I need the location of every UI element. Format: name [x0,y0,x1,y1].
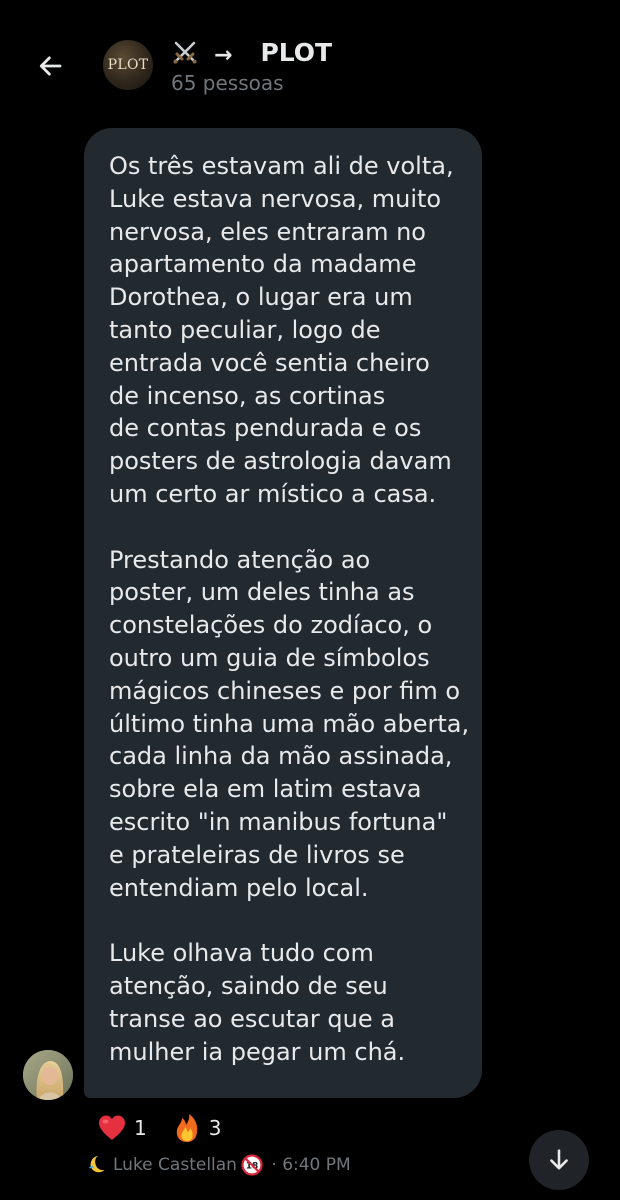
meta-separator: · [265,1155,283,1175]
sender-name[interactable]: Luke Castellan [113,1155,237,1175]
fire-icon [171,1112,203,1144]
arrow-down-icon [550,1149,568,1170]
message-line: cada linha da mão assinada, [109,742,453,771]
message-line: poster, um deles tinha as [109,578,415,607]
message-line: outro um guia de símbolos [109,643,430,672]
message-line: apartamento da madame [109,250,417,279]
message-line: constelações do zodíaco, o [109,611,433,640]
message-line: mulher ia pegar um chá. [109,1037,406,1066]
title-arrow: → [214,42,233,68]
reaction-heart[interactable]: 1 [96,1112,147,1144]
message-line: e prateleiras de livros se [109,840,405,869]
message-paragraph: Luke olhava tudo com atenção, saindo de … [109,937,462,1068]
message-line: entrada você sentia cheiro [109,348,430,377]
crossed-swords-icon [170,37,200,67]
conversation-title[interactable]: → PLOT [170,34,332,70]
group-avatar-text: PLOT [107,57,149,73]
message-line: entendiam pelo local. [109,873,369,902]
scroll-to-bottom-button[interactable] [529,1130,589,1190]
red-heart-icon [96,1112,128,1144]
message-line: Dorothea, o lugar era um [109,283,413,312]
message-bubble[interactable]: Os três estavam ali de volta, Luke estav… [84,128,482,1098]
message-line: Luke olhava tudo com [109,939,374,968]
reaction-count: 1 [134,1116,147,1140]
message-line: um certo ar místico a casa. [109,479,437,508]
message-line: mágicos chineses e por fim o [109,676,461,705]
message-line: de incenso, as cortinas [109,381,386,410]
message-line: atenção, saindo de seu [109,971,388,1000]
sender-avatar[interactable] [23,1050,73,1100]
message-line: Os três estavam ali de volta, [109,152,454,180]
arrow-left-icon [39,56,62,76]
message-line: transe ao escutar que a [109,1004,395,1033]
reaction-count: 3 [208,1116,222,1140]
message-line: posters de astrologia davam [109,447,452,476]
message-line: Luke estava nervosa, muito [109,184,442,213]
no-one-under-eighteen-icon: 18 [241,1154,263,1176]
back-button[interactable] [30,46,70,86]
message-meta: Luke Castellan 18 · 6:40 PM [86,1152,351,1178]
message-line: sobre ela em latim estava [109,775,422,804]
message-line: de contas pendurada e os [109,414,422,443]
member-count: 65 pessoas [171,71,284,95]
message-time: 6:40 PM [282,1155,351,1175]
message-line: escrito "in manibus fortuna" [109,807,448,836]
message-line: nervosa, eles entraram no [109,217,426,246]
reactions-bar: 1 3 [96,1112,245,1144]
message-line: Prestando atenção ao [109,545,371,574]
message-line: tanto peculiar, logo de [109,315,381,344]
message-line: último tinha uma mão aberta, [109,709,470,738]
title-text: PLOT [260,37,333,67]
message-paragraph: Os três estavam ali de volta, Luke estav… [109,150,462,511]
reaction-fire[interactable]: 3 [171,1112,222,1144]
message-paragraph: Prestando atenção ao poster, um deles ti… [109,544,470,905]
crescent-moon-icon [89,1156,105,1173]
group-avatar[interactable]: PLOT [103,40,153,90]
